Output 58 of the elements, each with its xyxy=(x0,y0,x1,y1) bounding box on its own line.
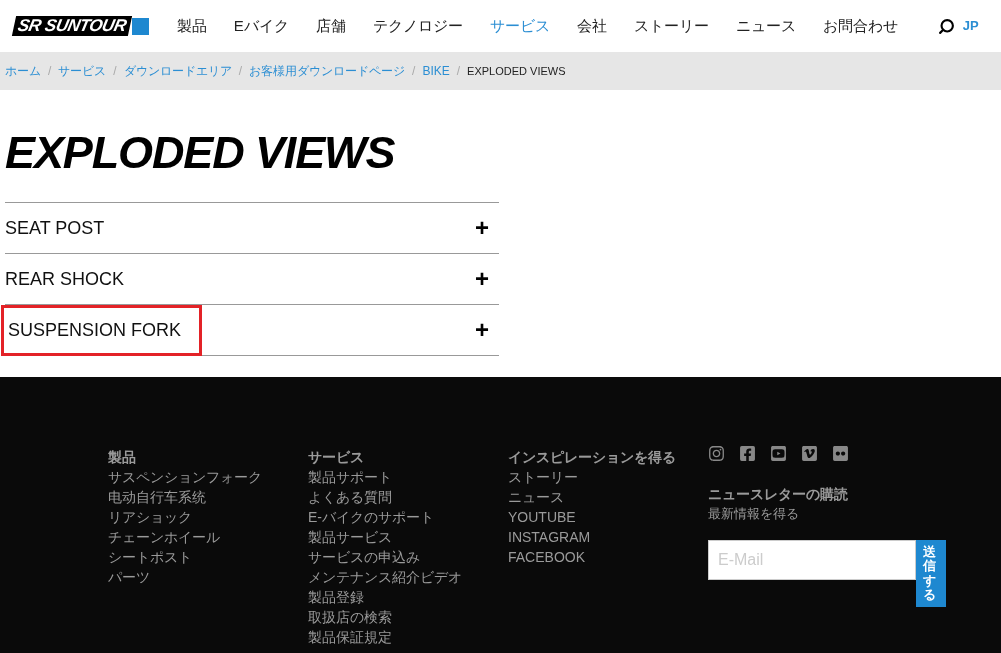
footer-link[interactable]: 电动自行车系统 xyxy=(108,487,308,507)
language-link[interactable]: JP xyxy=(962,16,979,36)
nav-link[interactable]: Eバイク xyxy=(233,14,289,38)
flickr-icon[interactable] xyxy=(832,445,849,462)
footer-link[interactable]: サスペンションフォーク xyxy=(108,467,308,487)
nav-link[interactable]: 店舗 xyxy=(315,14,346,38)
breadcrumb-separator: / xyxy=(412,63,416,80)
nav-link[interactable]: テクノロジー xyxy=(372,14,463,38)
footer-link[interactable]: よくある質問 xyxy=(308,487,508,507)
breadcrumb-separator: / xyxy=(113,63,117,80)
footer-link[interactable]: INSTAGRAM xyxy=(508,527,708,547)
nav-link[interactable]: サービス xyxy=(489,14,550,38)
footer-link[interactable]: E-バイクのサポート xyxy=(308,507,508,527)
breadcrumb-separator: / xyxy=(48,63,52,80)
footer-link[interactable]: リアショック xyxy=(108,507,308,527)
footer-link[interactable]: ストーリー xyxy=(508,467,708,487)
footer-link[interactable]: 取扱店の検索 xyxy=(308,607,508,627)
nav-link[interactable]: ニュース xyxy=(735,14,796,38)
footer-link[interactable]: シートポスト xyxy=(108,547,308,567)
newsletter-heading: ニュースレターの購読 xyxy=(708,485,849,504)
footer-link[interactable]: YOUTUBE xyxy=(508,507,708,527)
footer-link[interactable]: FACEBOOK xyxy=(508,547,708,567)
breadcrumb-current: EXPLODED VIEWS xyxy=(467,63,566,79)
expand-icon[interactable]: + xyxy=(475,216,489,240)
submit-button[interactable]: 送信する xyxy=(916,540,946,608)
accordion-label: REAR SHOCK xyxy=(4,267,126,291)
footer-heading: 製品 xyxy=(108,448,137,467)
nav-link[interactable]: 会社 xyxy=(576,14,607,38)
nav-link[interactable]: 製品 xyxy=(176,14,207,38)
accordion-row[interactable]: SUSPENSION FORK + xyxy=(5,305,499,356)
breadcrumb-separator: / xyxy=(238,63,243,80)
breadcrumb-separator: / xyxy=(456,63,461,80)
footer-heading: サービス xyxy=(308,448,365,467)
accordion-label: SEAT POST xyxy=(4,216,106,240)
footer-link[interactable]: 製品サービス xyxy=(308,527,508,547)
accordion-row[interactable]: SEAT POST + xyxy=(5,203,499,254)
facebook-icon[interactable] xyxy=(739,445,756,462)
nav-link[interactable]: ストーリー xyxy=(633,14,709,38)
footer-link[interactable]: 製品保証規定 xyxy=(308,627,508,647)
footer-heading: インスピレーションを得る xyxy=(508,448,677,467)
footer-link[interactable]: ニュース xyxy=(508,487,708,507)
page-title: EXPLODED VIEWS xyxy=(5,128,396,178)
nav-link[interactable]: お問合わせ xyxy=(822,14,898,38)
footer-link[interactable]: 製品登録 xyxy=(308,587,508,607)
search-icon[interactable] xyxy=(937,17,955,35)
instagram-icon[interactable] xyxy=(708,445,725,462)
footer-link[interactable]: メンテナンス紹介ビデオ xyxy=(308,567,508,587)
footer-link[interactable]: サービスの申込み xyxy=(308,547,508,567)
footer-link[interactable]: 製品サポート xyxy=(308,467,508,487)
vimeo-icon[interactable] xyxy=(801,445,818,462)
accordion-label: SUSPENSION FORK xyxy=(1,304,202,356)
newsletter-subtitle: 最新情報を得る xyxy=(708,505,800,523)
accordion-row[interactable]: REAR SHOCK + xyxy=(5,254,499,305)
expand-icon[interactable]: + xyxy=(475,267,489,291)
youtube-icon[interactable] xyxy=(770,445,787,462)
expand-icon[interactable]: + xyxy=(475,318,489,342)
footer-link[interactable]: チェーンホイール xyxy=(108,527,308,547)
footer-link[interactable]: パーツ xyxy=(108,567,308,587)
